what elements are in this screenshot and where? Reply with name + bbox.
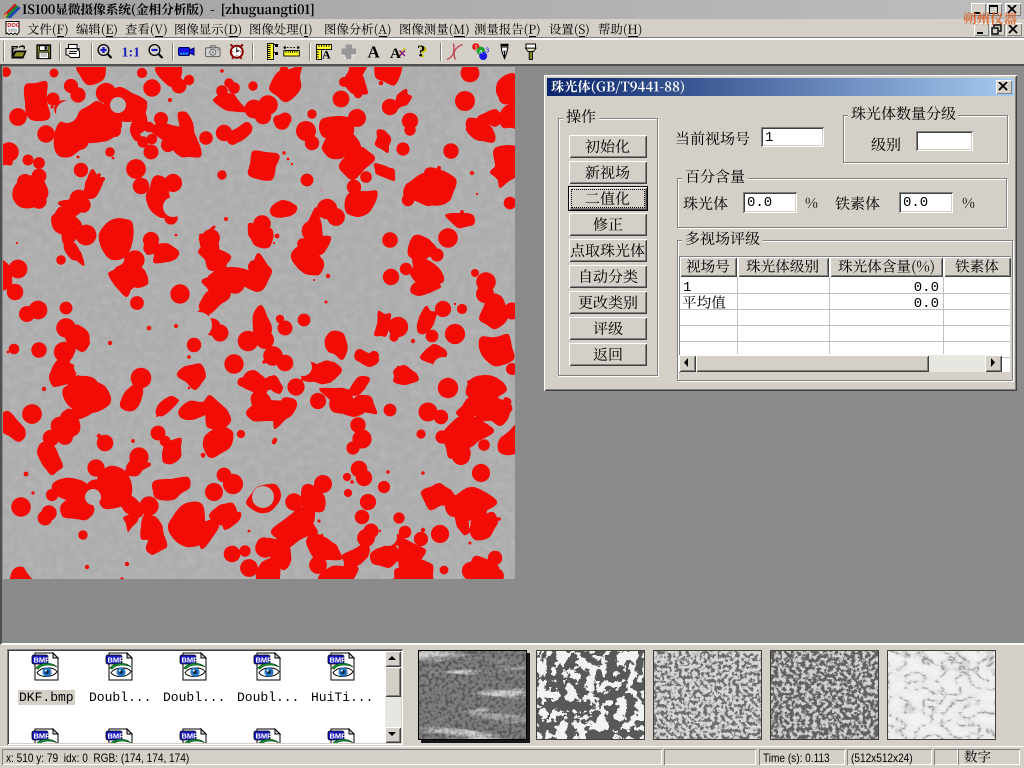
svg-text:a: a (479, 48, 483, 55)
svg-text:A: A (368, 43, 381, 61)
svg-text:3: 3 (485, 46, 489, 55)
svg-text:1: 1 (474, 44, 478, 51)
svg-text:1:1: 1:1 (122, 46, 140, 61)
svg-text:DOC: DOC (7, 23, 21, 29)
svg-text:A: A (390, 46, 401, 61)
svg-text:?: ? (417, 43, 426, 61)
svg-text:A: A (322, 48, 331, 62)
